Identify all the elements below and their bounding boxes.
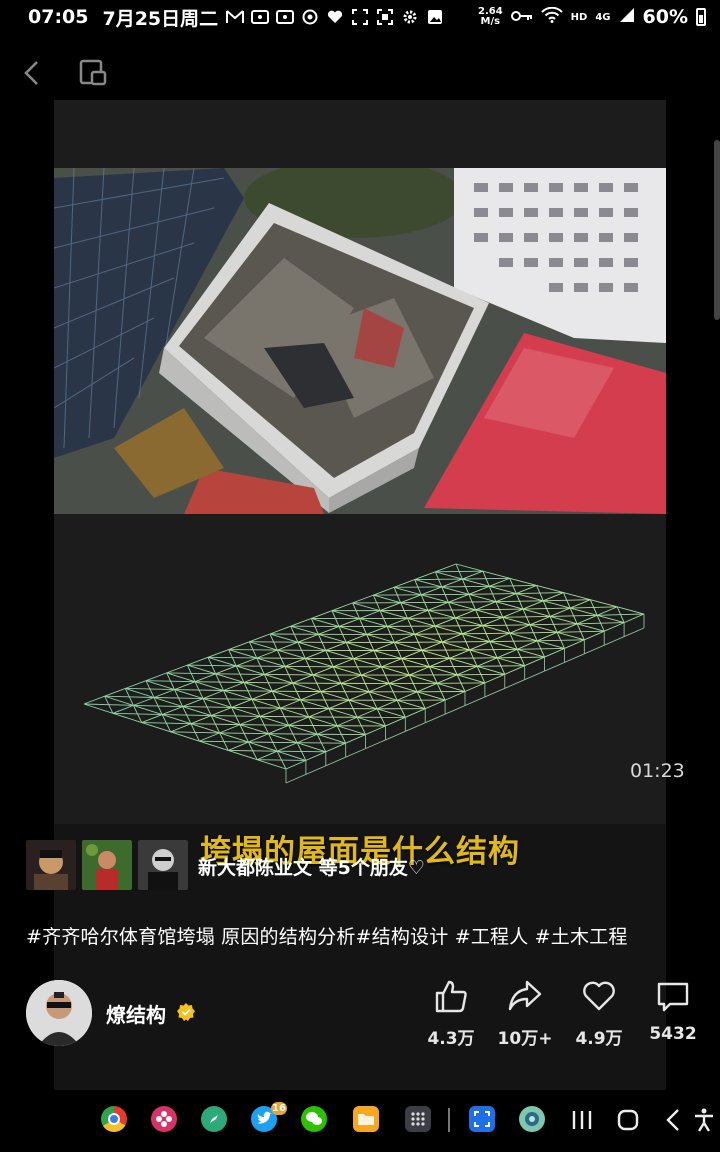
picture-in-picture-icon[interactable] [78, 58, 108, 88]
compass-app-icon[interactable] [201, 1106, 227, 1132]
network-4g-label: 4G [595, 11, 611, 23]
twitter-notification-badge: 16 [271, 1102, 287, 1115]
thumbs-up-icon [435, 980, 467, 1013]
scan-frame-icon [351, 9, 369, 25]
record-icon [301, 9, 319, 25]
wifi-icon [540, 6, 563, 28]
chrome-icon[interactable] [101, 1106, 127, 1132]
comment-icon [657, 982, 689, 1012]
favorite-count: 4.9万 [575, 1029, 623, 1049]
like-count: 4.3万 [427, 1029, 475, 1049]
gmail-icon [226, 9, 245, 25]
taskbar-divider [448, 1108, 450, 1132]
share-count: 10万+ [497, 1029, 553, 1049]
video-duration: 01:23 [630, 760, 685, 782]
wireframe-model[interactable] [54, 514, 666, 824]
share-icon [508, 980, 542, 1011]
browser-icon[interactable] [519, 1106, 545, 1132]
friend-avatar-3[interactable] [138, 840, 188, 890]
screenshot-icon[interactable] [469, 1106, 495, 1132]
back-chevron-icon[interactable] [18, 58, 48, 88]
status-bar: 07:05 7月25日周二 2.64 M/s HD 4G 60% [0, 0, 720, 34]
collapsed-gym-photo[interactable] [54, 168, 666, 514]
accessibility-icon[interactable] [690, 1106, 718, 1134]
verified-badge-icon [176, 1002, 196, 1022]
battery-percent: 60% [642, 6, 688, 28]
share-button[interactable]: 10万+ [490, 978, 560, 1049]
network-hd-label: HD [570, 11, 588, 23]
author-avatar[interactable] [26, 980, 92, 1046]
files-icon[interactable] [353, 1106, 379, 1132]
friends-liked-text[interactable]: 新大都陈业文 等5个朋友♡ [198, 853, 425, 880]
gallery-icon [426, 9, 444, 25]
wechat-icon[interactable] [301, 1106, 327, 1132]
comment-count: 5432 [649, 1024, 697, 1044]
home-icon[interactable] [614, 1106, 642, 1134]
back-icon[interactable] [660, 1106, 688, 1134]
like-button[interactable]: 4.3万 [416, 978, 486, 1049]
net-speed-unit: M/s [480, 16, 501, 27]
author-name[interactable]: 燎结构 [106, 999, 166, 1028]
scan-icon [376, 9, 394, 25]
battery-icon [696, 8, 706, 26]
edge-panel-handle[interactable] [714, 140, 720, 320]
heart-icon [326, 9, 344, 25]
video-top-bar [54, 100, 666, 168]
settings-icon [401, 9, 419, 25]
friend-avatar-2[interactable] [82, 840, 132, 890]
flower-app-icon[interactable] [151, 1106, 177, 1132]
recents-icon[interactable] [568, 1106, 596, 1134]
comment-button[interactable]: 5432 [638, 978, 708, 1044]
favorite-button[interactable]: 4.9万 [564, 978, 634, 1049]
message-icon [276, 9, 295, 25]
key-icon [510, 7, 533, 27]
message-icon [251, 9, 270, 25]
signal-icon [619, 7, 635, 28]
friend-avatars[interactable] [26, 840, 194, 890]
app-drawer-icon[interactable] [405, 1106, 431, 1132]
status-time: 07:05 [28, 6, 89, 28]
heart-icon [583, 981, 615, 1011]
status-right: 2.64 M/s HD 4G 60% [478, 6, 706, 28]
post-hashtags[interactable]: #齐齐哈尔体育馆垮塌 原因的结构分析#结构设计 #工程人 #土木工程 [26, 922, 628, 949]
friend-avatar-1[interactable] [26, 840, 76, 890]
notification-icons [226, 9, 444, 25]
net-speed: 2.64 M/s [478, 7, 503, 27]
status-date: 7月25日周二 [102, 7, 219, 30]
